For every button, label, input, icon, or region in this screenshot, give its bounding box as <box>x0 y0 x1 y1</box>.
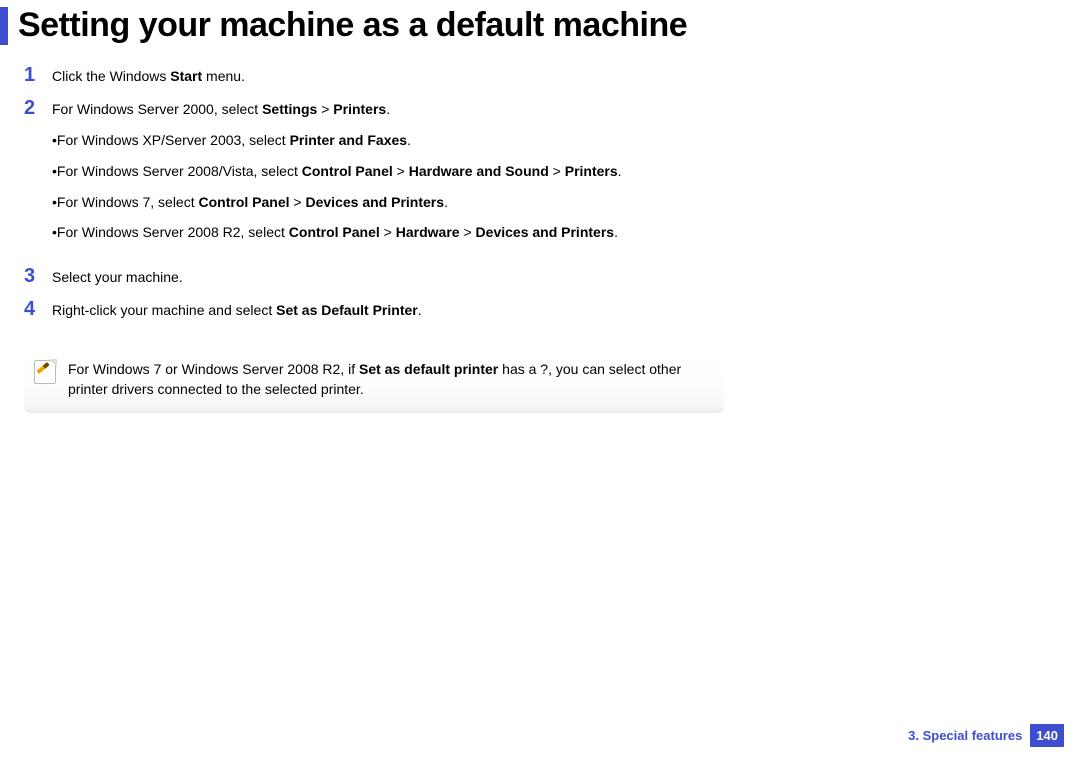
text: Right-click your machine and select <box>52 302 276 318</box>
step-1: 1 Click the Windows Start menu. <box>24 63 664 86</box>
text-bold: Set as Default Printer <box>276 302 418 318</box>
text-bold: Settings <box>262 101 317 117</box>
text-bold: Devices and Printers <box>476 224 615 240</box>
step-body: For Windows Server 2000, select Settings… <box>52 98 664 254</box>
text: Click the Windows <box>52 68 170 84</box>
text: > <box>317 101 333 117</box>
text: . <box>614 224 618 240</box>
text-bold: Set as default printer <box>359 361 498 377</box>
title-bar-wrap: Setting your machine as a default machin… <box>0 0 1080 45</box>
step-body: Select your machine. <box>52 266 664 287</box>
text-bold: Printers <box>333 101 386 117</box>
text: > <box>380 224 396 240</box>
text-bold: Hardware <box>396 224 460 240</box>
content-column: 1 Click the Windows Start menu. 2 For Wi… <box>24 63 664 413</box>
text-bold: Devices and Printers <box>306 194 445 210</box>
text: menu. <box>202 68 245 84</box>
text-bold: Control Panel <box>289 224 380 240</box>
text: . <box>418 302 422 318</box>
page-title: Setting your machine as a default machin… <box>18 6 687 45</box>
step-3: 3 Select your machine. <box>24 264 664 287</box>
text: . <box>386 101 390 117</box>
text: •For Windows 7, select <box>52 194 199 210</box>
step-number: 2 <box>24 96 52 118</box>
footer-section: 3. Special features <box>908 728 1022 743</box>
note-box: For Windows 7 or Windows Server 2008 R2,… <box>24 350 724 413</box>
step-2: 2 For Windows Server 2000, select Settin… <box>24 96 664 254</box>
step-2-sub4: •For Windows Server 2008 R2, select Cont… <box>52 223 664 242</box>
text: •For Windows Server 2008/Vista, select <box>52 163 302 179</box>
text: •For Windows XP/Server 2003, select <box>52 132 290 148</box>
step-number: 1 <box>24 63 52 85</box>
step-body: Right-click your machine and select Set … <box>52 299 664 320</box>
text: •For Windows Server 2008 R2, select <box>52 224 289 240</box>
text: . <box>407 132 411 148</box>
text: For Windows Server 2000, select <box>52 101 262 117</box>
step-2-sub3: •For Windows 7, select Control Panel > D… <box>52 193 664 212</box>
footer-page-number: 140 <box>1030 724 1064 747</box>
page-footer: 3. Special features 140 <box>908 724 1064 747</box>
text-bold: Start <box>170 68 202 84</box>
step-number: 3 <box>24 264 52 286</box>
text-bold: Hardware and Sound <box>409 163 549 179</box>
text: Select your machine. <box>52 269 183 285</box>
step-2-sub1: •For Windows XP/Server 2003, select Prin… <box>52 131 664 150</box>
text-bold: Control Panel <box>302 163 393 179</box>
text: . <box>618 163 622 179</box>
step-body: Click the Windows Start menu. <box>52 65 664 86</box>
text-bold: Control Panel <box>199 194 290 210</box>
note-text: For Windows 7 or Windows Server 2008 R2,… <box>68 360 710 399</box>
text: For Windows 7 or Windows Server 2008 R2,… <box>68 361 359 377</box>
text: > <box>290 194 306 210</box>
step-4: 4 Right-click your machine and select Se… <box>24 297 664 320</box>
text: > <box>549 163 565 179</box>
text: . <box>444 194 448 210</box>
text: > <box>393 163 409 179</box>
step-number: 4 <box>24 297 52 319</box>
title-accent-bar <box>0 7 8 45</box>
step-2-sub2: •For Windows Server 2008/Vista, select C… <box>52 162 664 181</box>
text-bold: Printer and Faxes <box>290 132 408 148</box>
note-icon <box>34 360 56 384</box>
text: > <box>460 224 476 240</box>
text-bold: Printers <box>565 163 618 179</box>
